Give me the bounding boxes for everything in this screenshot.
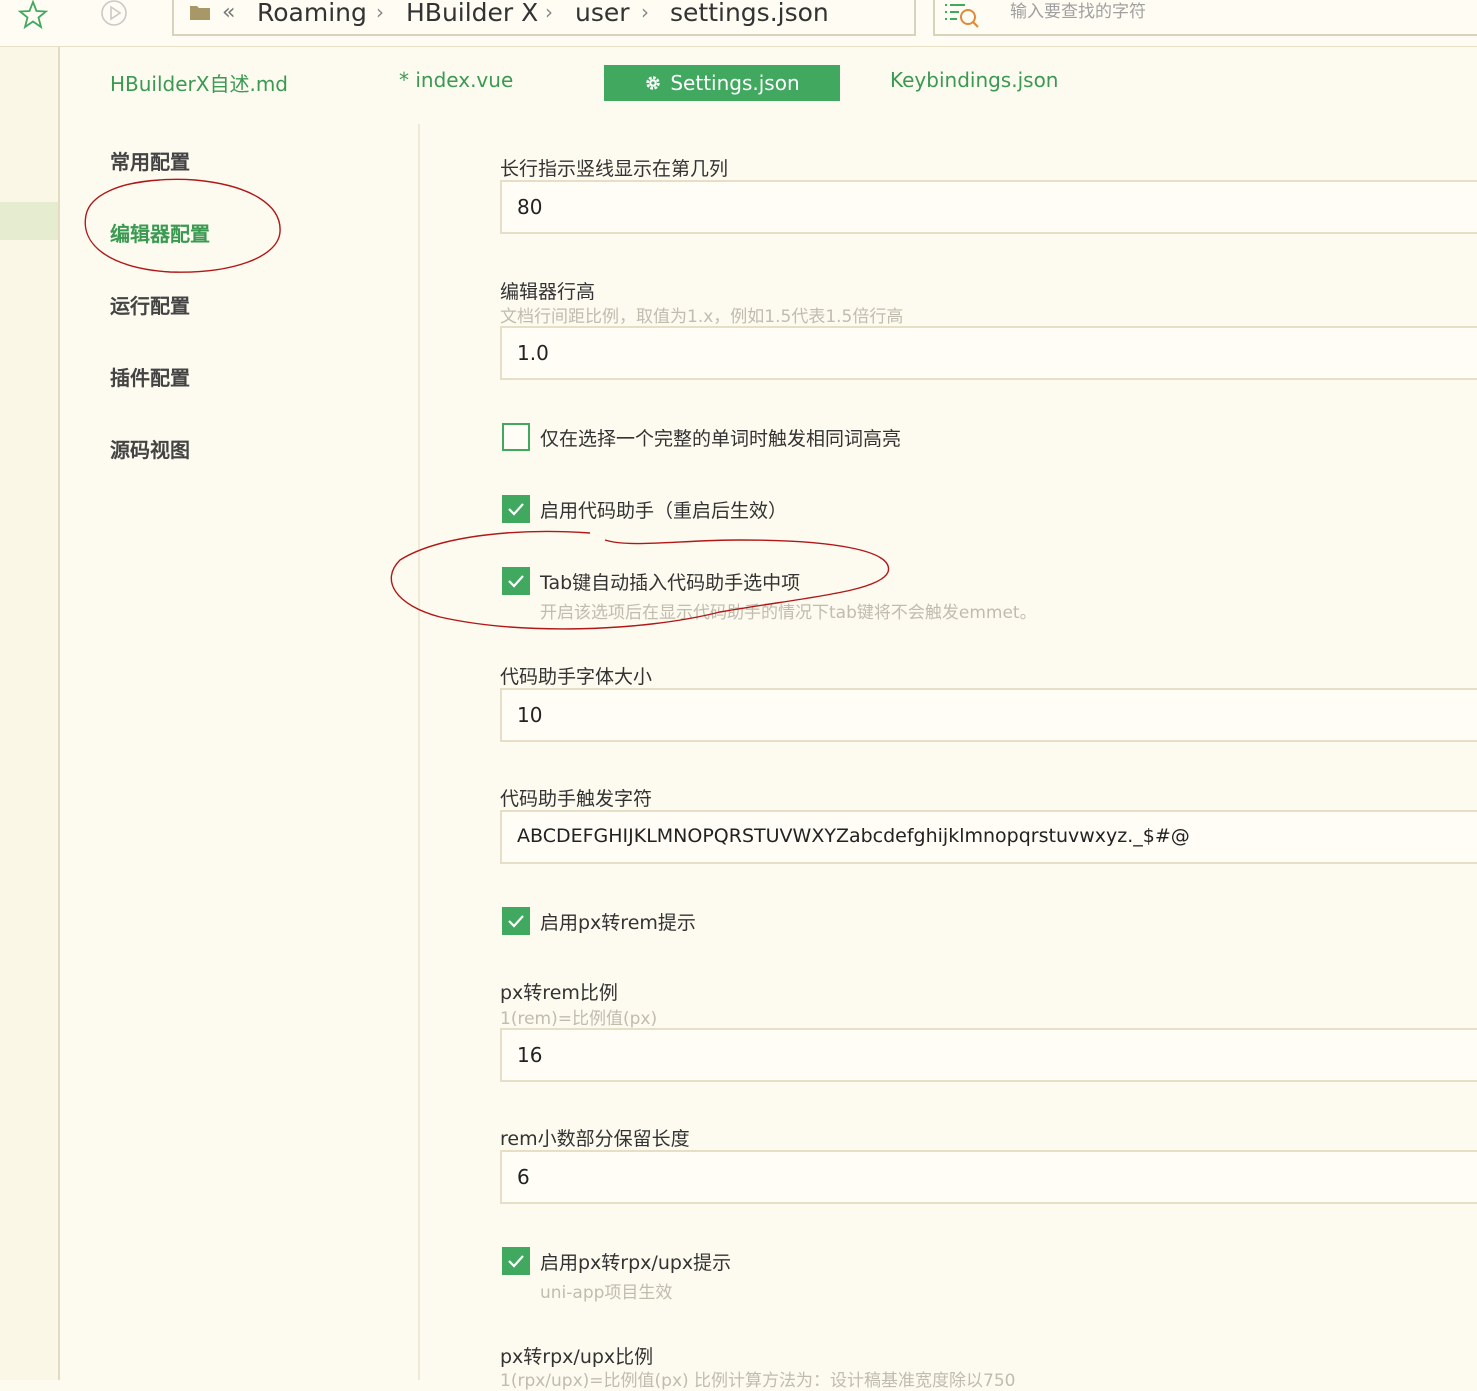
tab-insert-hint: 开启该选项后在显示代码助手的情况下tab键将不会触发emmet。 xyxy=(540,603,1037,623)
play-icon[interactable] xyxy=(99,0,129,28)
tab-readme[interactable]: HBuilderX自述.md xyxy=(110,68,288,97)
folder-icon xyxy=(190,6,210,20)
search-icon[interactable] xyxy=(943,0,981,30)
check-icon xyxy=(508,503,524,516)
px-rem-ratio-value: 16 xyxy=(517,1043,543,1067)
code-assist-label: 启用代码助手（重启后生效） xyxy=(540,500,788,522)
px-rpx-label: 启用px转rpx/upx提示 xyxy=(540,1252,732,1274)
px-rpx-checkbox[interactable] xyxy=(502,1247,530,1275)
line-height-value: 1.0 xyxy=(517,341,549,365)
breadcrumb-item-user[interactable]: user xyxy=(575,0,630,27)
check-icon xyxy=(508,575,524,588)
search-input[interactable] xyxy=(1010,2,1410,22)
gear-icon xyxy=(646,76,661,90)
sidebar-item-common[interactable]: 常用配置 xyxy=(110,146,190,175)
px-rem-ratio-label: px转rem比例 xyxy=(500,982,618,1004)
tab-settings-label: Settings.json xyxy=(670,71,800,95)
sidebar-item-source-view[interactable]: 源码视图 xyxy=(110,434,190,463)
left-strip-active-marker xyxy=(0,202,58,240)
line-height-hint: 文档行间距比例，取值为1.x，例如1.5代表1.5倍行高 xyxy=(500,307,904,327)
highlight-word-checkbox[interactable] xyxy=(502,423,530,451)
rem-decimals-input[interactable]: 6 xyxy=(500,1150,1477,1204)
breadcrumb-item-roaming[interactable]: Roaming xyxy=(257,0,367,27)
chevron-right-icon: › xyxy=(376,0,384,24)
assist-font-size-label: 代码助手字体大小 xyxy=(500,666,653,688)
px-rpx-hint: uni-app项目生效 xyxy=(540,1283,673,1303)
tab-index-vue[interactable]: * index.vue xyxy=(399,68,513,92)
tab-settings-json[interactable]: Settings.json xyxy=(604,65,840,101)
chevron-right-icon: › xyxy=(545,0,553,24)
ruler-input[interactable]: 80 xyxy=(500,180,1477,234)
assist-font-size-input[interactable]: 10 xyxy=(500,688,1477,742)
left-strip xyxy=(0,47,60,1380)
star-icon[interactable] xyxy=(18,0,48,30)
assist-trigger-input[interactable]: ABCDEFGHIJKLMNOPQRSTUVWXYZabcdefghijklmn… xyxy=(500,810,1477,864)
sidebar-item-editor[interactable]: 编辑器配置 xyxy=(110,218,210,247)
line-height-label: 编辑器行高 xyxy=(500,281,596,303)
px-rem-ratio-input[interactable]: 16 xyxy=(500,1028,1477,1082)
check-icon xyxy=(508,1255,524,1268)
rem-decimals-label: rem小数部分保留长度 xyxy=(500,1128,690,1150)
chevron-double-left-icon[interactable]: « xyxy=(222,0,235,25)
sidebar-item-run[interactable]: 运行配置 xyxy=(110,290,190,319)
breadcrumb-item-settings-json[interactable]: settings.json xyxy=(670,0,829,27)
breadcrumb-item-hbuilderx[interactable]: HBuilder X xyxy=(406,0,538,27)
tab-keybindings[interactable]: Keybindings.json xyxy=(890,68,1058,92)
px-rpx-ratio-hint: 1(rpx/upx)=比例值(px) 比例计算方法为：设计稿基准宽度除以750 xyxy=(500,1371,1016,1391)
highlight-word-label: 仅在选择一个完整的单词时触发相同词高亮 xyxy=(540,428,902,450)
code-assist-checkbox[interactable] xyxy=(502,495,530,523)
tab-insert-checkbox[interactable] xyxy=(502,567,530,595)
assist-trigger-label: 代码助手触发字符 xyxy=(500,788,653,810)
tab-insert-label: Tab键自动插入代码助手选中项 xyxy=(540,572,801,594)
line-height-input[interactable]: 1.0 xyxy=(500,326,1477,380)
ruler-value: 80 xyxy=(517,195,543,219)
px-rpx-ratio-label: px转rpx/upx比例 xyxy=(500,1346,654,1368)
px-rem-ratio-hint: 1(rem)=比例值(px) xyxy=(500,1009,658,1029)
chevron-right-icon: › xyxy=(641,0,649,24)
check-icon xyxy=(508,915,524,928)
top-toolbar: « Roaming › HBuilder X › user › settings… xyxy=(0,0,1477,47)
sidebar-item-plugins[interactable]: 插件配置 xyxy=(110,362,190,391)
panel-divider xyxy=(418,124,420,1380)
assist-trigger-value: ABCDEFGHIJKLMNOPQRSTUVWXYZabcdefghijklmn… xyxy=(517,825,1190,847)
assist-font-size-value: 10 xyxy=(517,703,543,727)
px-rem-checkbox[interactable] xyxy=(502,907,530,935)
px-rem-label: 启用px转rem提示 xyxy=(540,912,696,934)
rem-decimals-value: 6 xyxy=(517,1165,530,1189)
ruler-label: 长行指示竖线显示在第几列 xyxy=(500,158,729,180)
